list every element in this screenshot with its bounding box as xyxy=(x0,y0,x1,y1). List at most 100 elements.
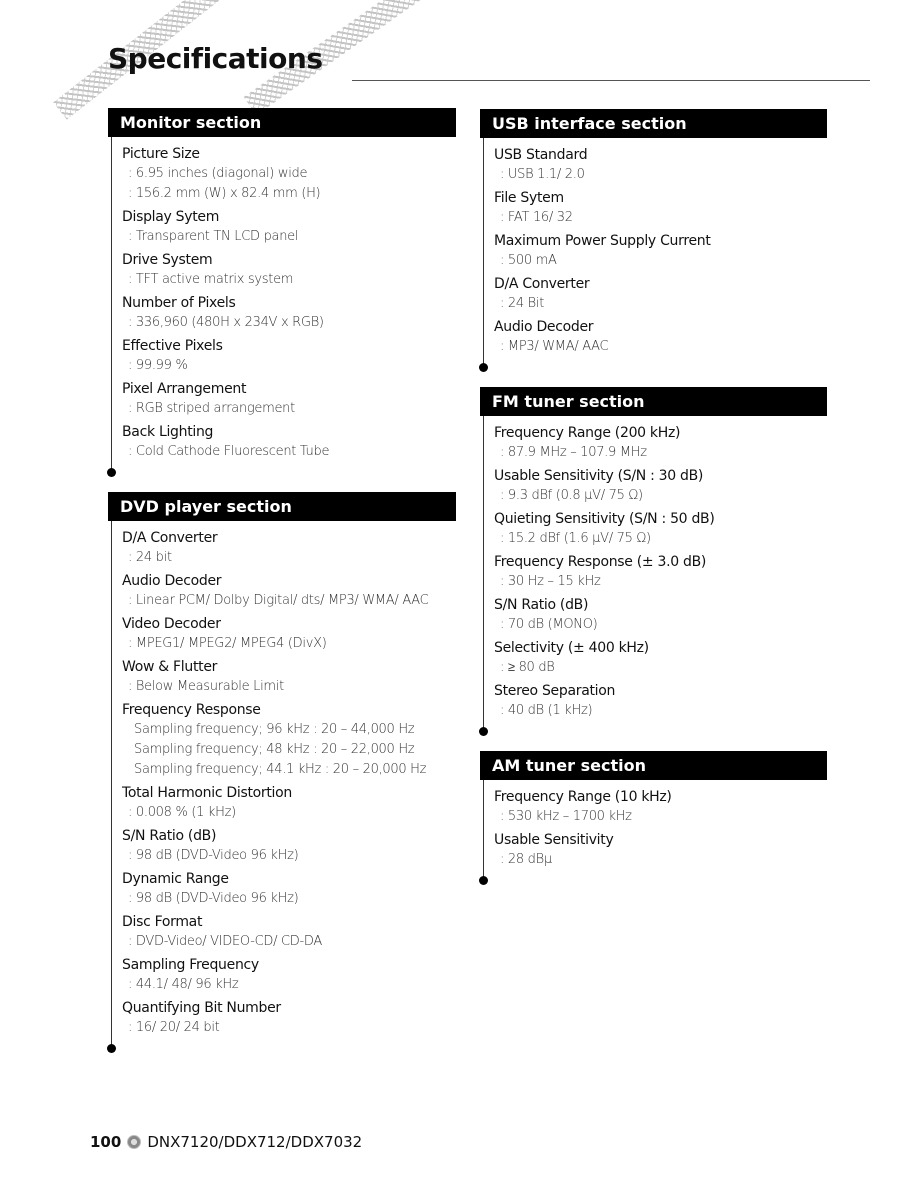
spec-label: Picture Size xyxy=(122,146,200,162)
spec-label: D/A Converter xyxy=(494,276,590,292)
spec-value: : 15.2 dBf (1.6 μV/ 75 Ω) xyxy=(500,531,651,546)
spec-item: Drive System : TFT active matrix system xyxy=(122,250,456,290)
spec-value: : 87.9 MHz – 107.9 MHz xyxy=(500,445,647,460)
spec-label: S/N Ratio (dB) xyxy=(494,597,589,613)
spec-label: File Sytem xyxy=(494,190,564,206)
section-body: Picture Size : 6.95 inches (diagonal) wid… xyxy=(107,137,456,477)
spec-value: : FAT 16/ 32 xyxy=(500,210,573,225)
spec-label: Frequency Range (10 kHz) xyxy=(494,789,672,805)
spec-item: D/A Converter : 24 Bit xyxy=(494,274,827,314)
spec-item: Pixel Arrangement : RGB striped arrangeme… xyxy=(122,379,456,419)
spec-value: : TFT active matrix system xyxy=(128,272,294,287)
spec-value: : DVD-Video/ VIDEO-CD/ CD-DA xyxy=(128,934,322,949)
spec-value: : 530 kHz – 1700 kHz xyxy=(500,809,632,824)
spec-value: : 24 Bit xyxy=(500,296,545,311)
spec-item: Back Lighting: Cold Cathode Fluorescent … xyxy=(122,422,456,462)
spec-value: : 24 bit xyxy=(128,550,172,565)
spec-item: Audio Decoder : Linear PCM/ Dolby Digital… xyxy=(122,571,456,611)
bullet-dot-icon xyxy=(127,1135,142,1149)
spec-label: Audio Decoder xyxy=(494,319,594,335)
spec-item: Frequency Response (± 3.0 dB): 30 Hz – 1… xyxy=(494,552,827,592)
spec-value: Sampling frequency; 48 kHz : 20 – 22,000… xyxy=(134,742,415,757)
right-column: USB interface section USB Standard : USB … xyxy=(479,109,827,900)
section-header: AM tuner section xyxy=(480,751,827,780)
spec-item: Frequency Range (10 kHz) : 530 kHz – 1700… xyxy=(494,787,827,827)
spec-value: : 98 dB (DVD-Video 96 kHz) xyxy=(128,891,299,906)
spec-item: File Sytem : FAT 16/ 32 xyxy=(494,188,827,228)
spec-label: Maximum Power Supply Current xyxy=(494,233,711,249)
spec-item: Video Decoder : MPEG1/ MPEG2/ MPEG4 (DivX… xyxy=(122,614,456,654)
spec-value: : 16/ 20/ 24 bit xyxy=(128,1020,220,1035)
spec-value: : 9.3 dBf (0.8 μV/ 75 Ω) xyxy=(500,488,643,503)
spec-label: Drive System xyxy=(122,252,213,268)
section-usb: USB interface section USB Standard : USB … xyxy=(479,109,827,372)
spec-label: USB Standard xyxy=(494,147,588,163)
spec-item: USB Standard : USB 1.1/ 2.0 xyxy=(494,145,827,185)
spec-label: Display Sytem xyxy=(122,209,220,225)
spec-label: Dynamic Range xyxy=(122,871,229,887)
spec-item: Usable Sensitivity : 28 dBμ xyxy=(494,830,827,870)
spec-item: Total Harmonic Distortion : 0.008 % (1 kH… xyxy=(122,783,456,823)
spec-label: Video Decoder xyxy=(122,616,221,632)
section-body: Frequency Range (200 kHz): 87.9 MHz – 10… xyxy=(479,416,827,736)
spec-value: : Below Measurable Limit xyxy=(128,679,284,694)
spec-value: : 336,960 (480H x 234V x RGB) xyxy=(128,315,324,330)
section-header: DVD player section xyxy=(108,492,456,521)
spec-label: Usable Sensitivity (S/N : 30 dB) xyxy=(494,468,704,484)
spec-value: : 28 dBμ xyxy=(500,852,552,867)
spec-label: Stereo Separation xyxy=(494,683,616,699)
spec-label: Audio Decoder xyxy=(122,573,222,589)
spec-value: : Transparent TN LCD panel xyxy=(128,229,299,244)
spec-item: Frequency Response Sampling frequency; 96… xyxy=(122,700,456,780)
spec-label: S/N Ratio (dB) xyxy=(122,828,217,844)
section-am: AM tuner section Frequency Range (10 kHz… xyxy=(479,751,827,885)
spec-label: Selectivity (± 400 kHz) xyxy=(494,640,649,656)
spec-item: S/N Ratio (dB): 98 dB (DVD-Video 96 kHz) xyxy=(122,826,456,866)
title-divider xyxy=(352,80,870,81)
spec-label: Wow & Flutter xyxy=(122,659,218,675)
spec-label: Total Harmonic Distortion xyxy=(122,785,292,801)
spec-value: : Linear PCM/ Dolby Digital/ dts/ MP3/ W… xyxy=(128,593,429,608)
spec-item: Wow & Flutter : Below Measurable Limit xyxy=(122,657,456,697)
spec-value: : 44.1/ 48/ 96 kHz xyxy=(128,977,239,992)
model-text: DNX7120/DDX712/DDX7032 xyxy=(147,1133,363,1151)
spec-label: Back Lighting xyxy=(122,424,214,440)
spec-value: : 99.99 % xyxy=(128,358,188,373)
spec-item: D/A Converter: 24 bit xyxy=(122,528,456,568)
spec-item: Picture Size : 6.95 inches (diagonal) wid… xyxy=(122,144,456,204)
spec-value: : USB 1.1/ 2.0 xyxy=(500,167,585,182)
spec-item: Effective Pixels : 99.99 % xyxy=(122,336,456,376)
left-column: Monitor section Picture Size : 6.95 inche… xyxy=(107,108,456,1068)
spec-value: Sampling frequency; 96 kHz : 20 – 44,000… xyxy=(134,722,415,737)
spec-value: Sampling frequency; 44.1 kHz : 20 – 20,0… xyxy=(134,762,427,777)
spec-item: Sampling Frequency : 44.1/ 48/ 96 kHz xyxy=(122,955,456,995)
spec-item: Audio Decoder: MP3/ WMA/ AAC xyxy=(494,317,827,357)
section-body: USB Standard : USB 1.1/ 2.0 File Sytem : FA… xyxy=(479,138,827,372)
page-title: Specifications xyxy=(108,42,323,75)
spec-label: Pixel Arrangement xyxy=(122,381,247,397)
spec-item: Usable Sensitivity (S/N : 30 dB) : 9.3 dB… xyxy=(494,466,827,506)
spec-item: Maximum Power Supply Current: 500 mA xyxy=(494,231,827,271)
section-dvd: DVD player section D/A Converter: 24 bit… xyxy=(107,492,456,1053)
spec-value: : MPEG1/ MPEG2/ MPEG4 (DivX) xyxy=(128,636,327,651)
spec-value: : 40 dB (1 kHz) xyxy=(500,703,593,718)
spec-value: : ≥ 80 dB xyxy=(500,660,555,675)
spec-label: Effective Pixels xyxy=(122,338,223,354)
section-monitor: Monitor section Picture Size : 6.95 inche… xyxy=(107,108,456,477)
section-header: USB interface section xyxy=(480,109,827,138)
spec-label: Quieting Sensitivity (S/N : 50 dB) xyxy=(494,511,715,527)
spec-value: : 70 dB (MONO) xyxy=(500,617,598,632)
spec-label: Quantifying Bit Number xyxy=(122,1000,281,1016)
spec-value: : 0.008 % (1 kHz) xyxy=(128,805,236,820)
spec-label: Usable Sensitivity xyxy=(494,832,614,848)
spec-item: Display Sytem : Transparent TN LCD panel xyxy=(122,207,456,247)
spec-item: Selectivity (± 400 kHz) : ≥ 80 dB xyxy=(494,638,827,678)
spec-value: : RGB striped arrangement xyxy=(128,401,295,416)
spec-item: Stereo Separation : 40 dB (1 kHz) xyxy=(494,681,827,721)
spec-value: : 6.95 inches (diagonal) wide xyxy=(128,166,308,181)
section-header: Monitor section xyxy=(108,108,456,137)
section-body: D/A Converter: 24 bit Audio Decoder : Line… xyxy=(107,521,456,1053)
spec-label: Sampling Frequency xyxy=(122,957,259,973)
spec-item: Disc Format: DVD-Video/ VIDEO-CD/ CD-DA xyxy=(122,912,456,952)
page-number: 100 xyxy=(90,1133,122,1151)
